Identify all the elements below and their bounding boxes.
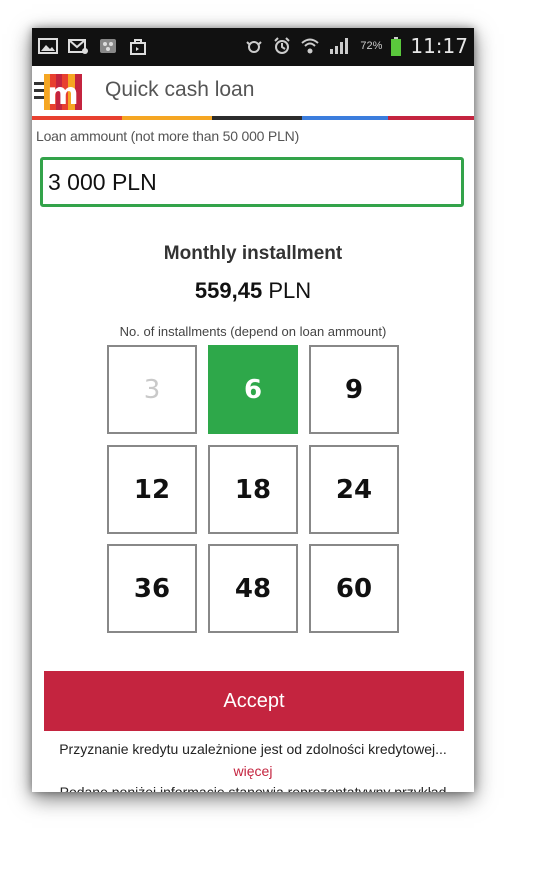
installment-option-24[interactable]: 24 (309, 445, 399, 534)
loan-amount-input[interactable] (43, 160, 461, 204)
logo-letter: m (47, 77, 78, 110)
screen: 72% 11:17 m Quick cash loan Loan ammount… (32, 28, 474, 792)
signal-icon (328, 37, 352, 55)
installment-option-3: 3 (107, 345, 197, 434)
app-bar: m Quick cash loan (32, 66, 474, 116)
shopping-bag-icon (128, 37, 148, 55)
app-logo[interactable]: m (44, 74, 82, 112)
wifi-icon (300, 37, 320, 55)
monthly-installment-title: Monthly installment (163, 243, 343, 264)
status-right-icons: 72% 11:17 (244, 34, 468, 58)
alarm-icon (272, 37, 292, 55)
status-time: 11:17 (410, 34, 468, 58)
installment-amount: 559,45 (194, 278, 263, 303)
installment-option-48[interactable]: 48 (208, 544, 298, 633)
app-title: Quick cash loan (105, 78, 255, 101)
installment-currency: PLN (268, 278, 312, 303)
footer-text: Podane poniżej informacje stanowią repre… (59, 784, 447, 792)
installment-option-12[interactable]: 12 (107, 445, 197, 534)
installment-option-36[interactable]: 36 (107, 544, 197, 633)
bbm-icon (98, 37, 118, 55)
more-link[interactable]: więcej (32, 763, 474, 779)
disclaimer-text: Przyznanie kredytu uzależnione jest od z… (59, 741, 447, 757)
installment-option-9[interactable]: 9 (309, 345, 399, 434)
loan-amount-label: Loan ammount (not more than 50 000 PLN) (36, 128, 300, 144)
gallery-icon (38, 37, 58, 55)
vibrate-icon (244, 37, 264, 55)
phone-frame: 72% 11:17 m Quick cash loan Loan ammount… (32, 28, 474, 792)
accept-button[interactable]: Accept (44, 671, 464, 731)
installments-label: No. of installments (depend on loan ammo… (119, 324, 387, 339)
monthly-installment-value: 559,45 PLN (32, 278, 474, 304)
battery-icon (390, 37, 402, 56)
loan-amount-field[interactable] (40, 157, 464, 207)
installment-option-18[interactable]: 18 (208, 445, 298, 534)
status-left-icons (38, 37, 148, 55)
battery-percent: 72% (360, 40, 383, 52)
color-stripe (32, 116, 474, 120)
installment-option-6[interactable]: 6 (208, 345, 298, 434)
installments-grid: 3 6 9 12 18 24 36 48 60 (107, 345, 399, 639)
status-bar: 72% 11:17 (32, 28, 474, 66)
email-icon (68, 37, 88, 55)
installment-option-60[interactable]: 60 (309, 544, 399, 633)
menu-icon[interactable] (34, 82, 44, 100)
